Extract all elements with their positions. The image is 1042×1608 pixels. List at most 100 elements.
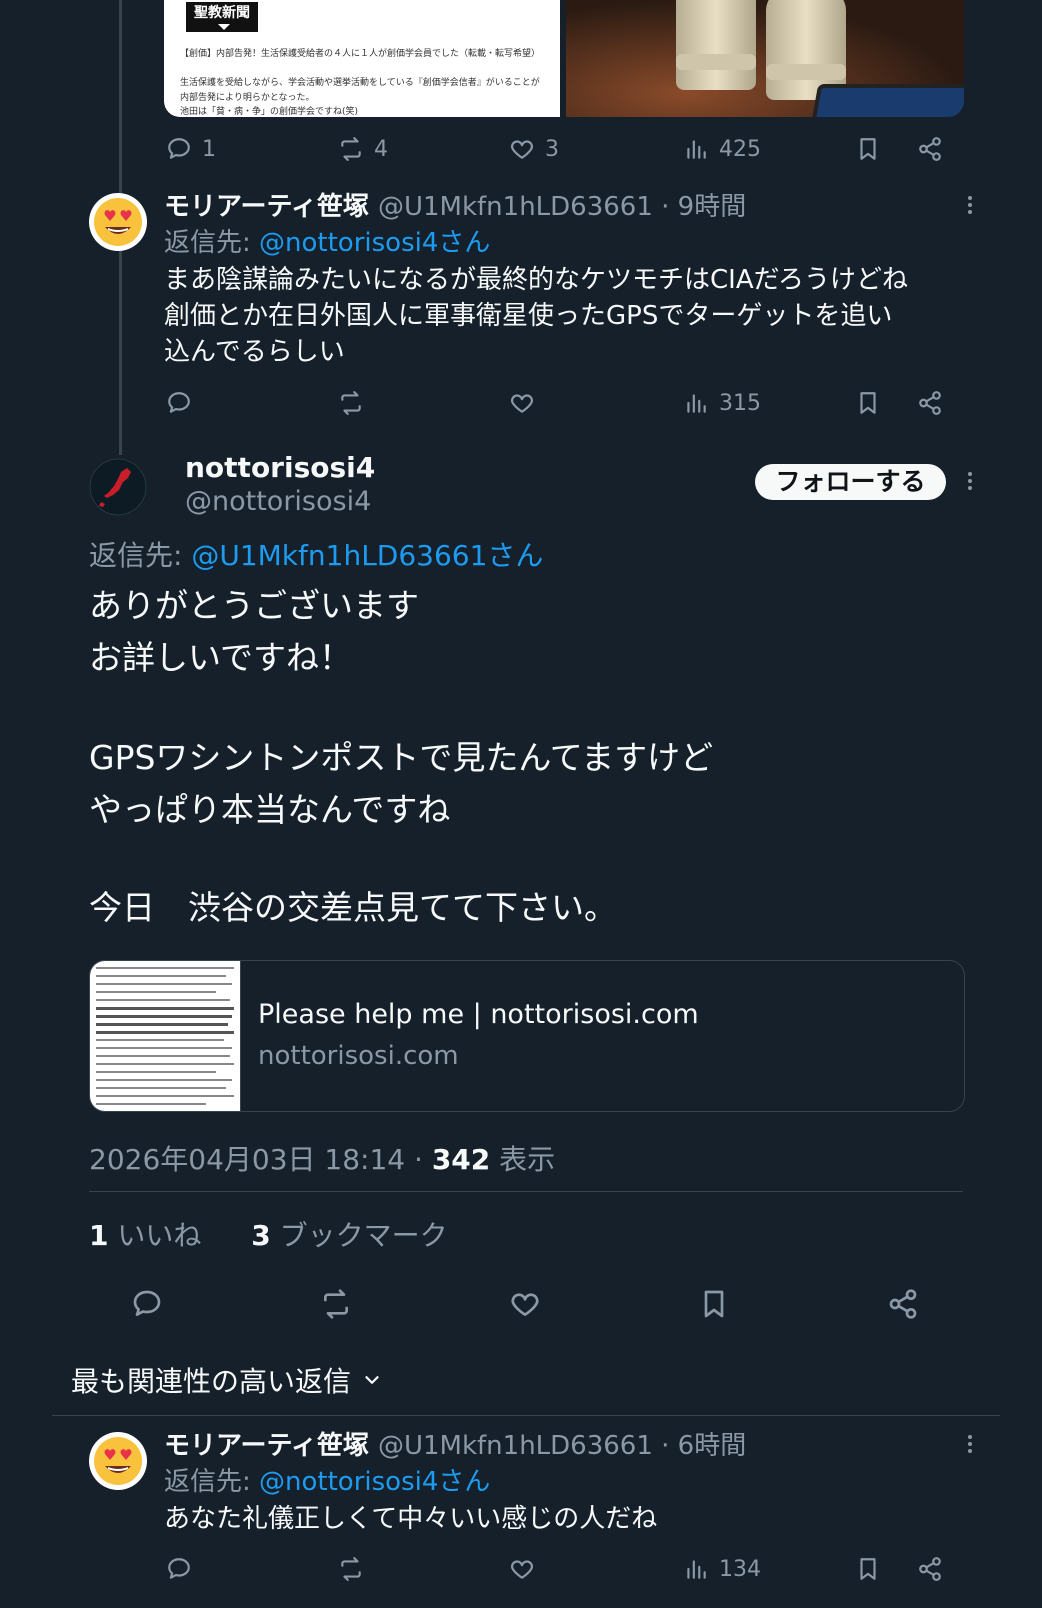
retweet-button[interactable] (338, 390, 364, 416)
bookmark-icon (860, 138, 876, 160)
retweet-icon (324, 1289, 348, 1319)
views-button[interactable]: 425 (683, 136, 761, 162)
reply-button[interactable] (131, 1288, 163, 1320)
bookmark-button[interactable] (855, 390, 881, 416)
bookmark-icon (860, 1558, 876, 1580)
reply-text-line: 込んでるらしい (164, 337, 345, 367)
reply-icon (168, 1558, 190, 1579)
views-count: 342 (431, 1143, 491, 1176)
media-text-line: 池田は「貧・病・争」の創価学会ですね(笑) (180, 107, 359, 117)
divider (89, 1191, 963, 1192)
heart-eyes-emoji-icon (94, 198, 142, 246)
views-count: 425 (719, 136, 761, 162)
author-name[interactable]: モリアーティ笹塚 (164, 192, 369, 222)
reply-button[interactable]: 1 (166, 136, 216, 162)
views-icon (687, 140, 706, 159)
more-options-icon[interactable] (967, 1435, 973, 1455)
views-button[interactable]: 315 (683, 390, 761, 416)
reply-to-link[interactable]: @U1Mkfn1hLD63661さん (191, 539, 543, 572)
reply-icon (168, 392, 190, 413)
author-name[interactable]: モリアーティ笹塚 (164, 1431, 369, 1461)
post-time[interactable]: · 9時間 (653, 192, 746, 222)
likes-count: 1 (89, 1219, 109, 1252)
share-icon (919, 137, 941, 161)
retweet-button[interactable]: 4 (338, 136, 388, 162)
reply-to-line: 返信先: @U1Mkfn1hLD63661さん (89, 534, 543, 574)
author-handle[interactable]: @U1Mkfn1hLD63661 (378, 1431, 653, 1461)
likes-stat[interactable]: 1 いいね (89, 1219, 201, 1252)
reply-count: 1 (202, 136, 216, 162)
tweet-timestamp[interactable]: 2026年04月03日 18:14 · (89, 1143, 432, 1176)
retweet-count: 4 (374, 136, 388, 162)
views-count: 315 (719, 390, 761, 416)
retweet-icon (341, 137, 361, 161)
views-button[interactable]: 134 (683, 1556, 761, 1582)
newspaper-logo: 聖教新聞 (184, 0, 260, 34)
tweet-text-line: 今日 渋谷の交差点見てて下さい。 (89, 888, 617, 927)
media-text-line: 生活保護を受給しながら、学会活動や選挙活動をしている『創価学会信者』がいることが (180, 78, 540, 88)
reply-sort-dropdown[interactable]: 最も関連性の高い返信 (71, 1360, 383, 1400)
tweet-text-line: やっぱり本当なんですね (89, 790, 451, 829)
like-button[interactable] (509, 1288, 541, 1320)
likes-label: いいね (108, 1219, 202, 1252)
reply-text: あなた礼儀正しくて中々いい感じの人だね (164, 1504, 658, 1534)
reply-sort-label: 最も関連性の高い返信 (71, 1365, 352, 1398)
avatar[interactable] (89, 458, 147, 516)
more-options-icon[interactable] (967, 196, 973, 216)
share-icon (889, 1289, 917, 1319)
reply-author[interactable]: モリアーティ笹塚 @U1Mkfn1hLD63661 · 6時間 (164, 1425, 746, 1462)
japan-map-icon (89, 458, 147, 516)
share-button[interactable] (917, 136, 943, 162)
heart-icon (511, 1293, 539, 1316)
follow-button[interactable]: フォローする (755, 464, 946, 500)
reply-button[interactable] (166, 390, 192, 416)
author-name[interactable]: nottorisosi4 (185, 451, 375, 484)
reply-to-link[interactable]: @nottorisosi4さん (259, 228, 490, 258)
views-count: 134 (719, 1556, 761, 1582)
retweet-button[interactable] (320, 1288, 352, 1320)
reply-to-link[interactable]: @nottorisosi4さん (259, 1467, 490, 1497)
post-time[interactable]: · 6時間 (653, 1431, 746, 1461)
link-card-domain: nottorisosi.com (258, 1041, 459, 1071)
heart-eyes-emoji-icon (94, 1437, 142, 1485)
share-icon (919, 391, 941, 415)
bookmark-button[interactable] (855, 136, 881, 162)
share-icon (919, 1557, 941, 1581)
chevron-down-icon (365, 1376, 379, 1384)
reply-author[interactable]: モリアーティ笹塚 @U1Mkfn1hLD63661 · 9時間 (164, 186, 746, 223)
author-handle[interactable]: @nottorisosi4 (185, 486, 371, 517)
media-headline: 【創価】内部告発！生活保護受給者の４人に１人が創価学会員でした（転載・転写希望） (180, 49, 541, 59)
like-button[interactable] (509, 1556, 535, 1582)
divider (52, 1415, 1000, 1416)
bookmark-button[interactable] (698, 1288, 730, 1320)
reply-icon (133, 1290, 161, 1316)
media-text-line: 内部告発により明らかとなった。 (180, 93, 315, 103)
retweet-button[interactable] (338, 1556, 364, 1582)
avatar[interactable] (89, 1432, 147, 1490)
like-button[interactable] (509, 390, 535, 416)
reply-text: まあ陰謀論みたいになるが最終的なケツモチはCIAだろうけどね 創価とか在日外国人… (164, 262, 908, 370)
retweet-icon (341, 391, 361, 415)
link-card[interactable]: Please help me | nottorisosi.com nottori… (89, 960, 965, 1112)
media-image-newspaper[interactable]: 聖教新聞 【創価】内部告発！生活保護受給者の４人に１人が創価学会員でした（転載・… (164, 0, 560, 117)
like-button[interactable]: 3 (509, 136, 559, 162)
views-label: 表示 (490, 1143, 556, 1176)
tweet-text-line: お詳しいですね！ (89, 638, 353, 677)
reply-text-line: まあ陰謀論みたいになるが最終的なケツモチはCIAだろうけどね (164, 265, 909, 295)
bookmarks-stat[interactable]: 3 ブックマーク (251, 1219, 447, 1252)
bookmark-button[interactable] (855, 1556, 881, 1582)
author-handle[interactable]: @U1Mkfn1hLD63661 (378, 192, 653, 222)
bookmark-icon (860, 392, 876, 414)
reply-icon (168, 138, 190, 159)
more-options-icon[interactable] (967, 472, 973, 492)
share-button[interactable] (917, 1556, 943, 1582)
views-icon (687, 1560, 706, 1579)
media-image-photo[interactable] (566, 0, 964, 117)
heart-icon (511, 140, 533, 159)
reply-button[interactable] (166, 1556, 192, 1582)
share-button[interactable] (917, 390, 943, 416)
avatar[interactable] (89, 193, 147, 251)
link-card-title: Please help me | nottorisosi.com (258, 999, 699, 1030)
share-button[interactable] (887, 1288, 919, 1320)
link-card-thumbnail (90, 961, 241, 1111)
